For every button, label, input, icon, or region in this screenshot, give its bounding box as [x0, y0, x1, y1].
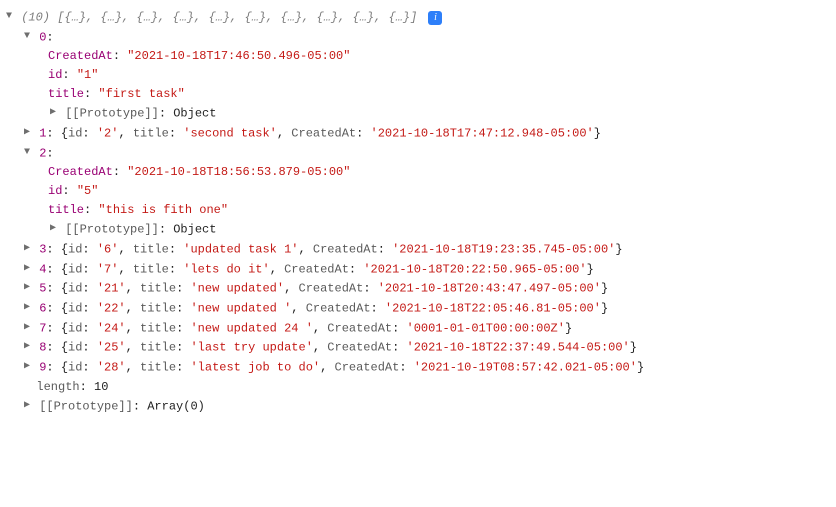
prop-key: title [48, 87, 84, 101]
proto-value: Object [173, 223, 216, 237]
prop-value: "1" [77, 68, 99, 82]
prop-value: "2021-10-18T18:56:53.879-05:00" [127, 165, 350, 179]
array-summary: [{…}, {…}, {…}, {…}, {…}, {…}, {…}, {…},… [57, 11, 417, 25]
arrow-down-icon[interactable]: ▼ [22, 143, 32, 162]
arrow-right-icon[interactable]: ▶ [22, 123, 32, 142]
item-inline: {id: '24', title: 'new updated 24 ', Cre… [61, 321, 572, 335]
array-item-1[interactable]: ▶ 1: {id: '2', title: 'second task', Cre… [4, 124, 828, 144]
prop-value: "5" [77, 184, 99, 198]
prototype-row[interactable]: ▶ [[Prototype]]: Object [4, 220, 828, 240]
proto-label: [[Prototype]] [65, 223, 159, 237]
arrow-right-icon[interactable]: ▶ [22, 239, 32, 258]
prop-value: "this is fith one" [98, 203, 228, 217]
arrow-right-icon[interactable]: ▶ [22, 278, 32, 297]
arrow-down-icon[interactable]: ▼ [22, 27, 32, 46]
prop-key: title [48, 203, 84, 217]
array-item-5[interactable]: ▶ 5: {id: '21', title: 'new updated', Cr… [4, 279, 828, 299]
array-item-9[interactable]: ▶ 9: {id: '28', title: 'latest job to do… [4, 358, 828, 378]
prop-title: title: "this is fith one" [4, 201, 828, 220]
proto-value: Object [173, 107, 216, 121]
item-inline: {id: '28', title: 'latest job to do', Cr… [61, 361, 644, 375]
proto-label: [[Prototype]] [65, 107, 159, 121]
prop-CreatedAt: CreatedAt: "2021-10-18T17:46:50.496-05:0… [4, 47, 828, 66]
item-inline: {id: '6', title: 'updated task 1', Creat… [61, 243, 623, 257]
array-item-7[interactable]: ▶ 7: {id: '24', title: 'new updated 24 '… [4, 319, 828, 339]
prop-title: title: "first task" [4, 85, 828, 104]
item-inline: {id: '7', title: 'lets do it', CreatedAt… [61, 262, 594, 276]
prop-key: CreatedAt [48, 165, 113, 179]
arrow-down-icon[interactable]: ▼ [4, 7, 14, 26]
arrow-right-icon[interactable]: ▶ [22, 396, 32, 415]
arrow-right-icon[interactable]: ▶ [22, 259, 32, 278]
array-item-3[interactable]: ▶ 3: {id: '6', title: 'updated task 1', … [4, 240, 828, 260]
arrow-right-icon[interactable]: ▶ [48, 103, 58, 122]
array-item-4[interactable]: ▶ 4: {id: '7', title: 'lets do it', Crea… [4, 260, 828, 280]
info-icon[interactable]: i [428, 11, 442, 25]
prop-id: id: "1" [4, 66, 828, 85]
arrow-right-icon[interactable]: ▶ [22, 357, 32, 376]
array-header[interactable]: ▼ (10) [{…}, {…}, {…}, {…}, {…}, {…}, {…… [4, 8, 828, 28]
item-inline: {id: '22', title: 'new updated ', Create… [61, 302, 608, 316]
array-item-2[interactable]: ▼ 2: [4, 144, 828, 164]
array-count: (10) [21, 11, 50, 25]
prop-key: CreatedAt [48, 49, 113, 63]
arrow-right-icon[interactable]: ▶ [48, 219, 58, 238]
prop-key: id [48, 68, 62, 82]
arrow-right-icon[interactable]: ▶ [22, 298, 32, 317]
item-inline: {id: '21', title: 'new updated', Created… [61, 282, 608, 296]
array-item-0[interactable]: ▼ 0: [4, 28, 828, 48]
arrow-right-icon[interactable]: ▶ [22, 318, 32, 337]
length-value: 10 [94, 380, 108, 394]
prop-id: id: "5" [4, 182, 828, 201]
item-inline: {id: '2', title: 'second task', CreatedA… [61, 127, 601, 141]
length-label: length [36, 380, 79, 394]
item-inline: {id: '25', title: 'last try update', Cre… [61, 341, 637, 355]
arrow-right-icon[interactable]: ▶ [22, 337, 32, 356]
array-item-6[interactable]: ▶ 6: {id: '22', title: 'new updated ', C… [4, 299, 828, 319]
prop-key: id [48, 184, 62, 198]
length-row: length: 10 [4, 378, 828, 397]
prop-value: "first task" [98, 87, 184, 101]
prop-value: "2021-10-18T17:46:50.496-05:00" [127, 49, 350, 63]
prototype-row[interactable]: ▶ [[Prototype]]: Object [4, 104, 828, 124]
array-item-8[interactable]: ▶ 8: {id: '25', title: 'last try update'… [4, 338, 828, 358]
proto-label: [[Prototype]] [39, 399, 133, 413]
prop-CreatedAt: CreatedAt: "2021-10-18T18:56:53.879-05:0… [4, 163, 828, 182]
console-output: ▼ (10) [{…}, {…}, {…}, {…}, {…}, {…}, {…… [4, 8, 828, 416]
array-prototype-row[interactable]: ▶ [[Prototype]]: Array(0) [4, 397, 828, 417]
proto-value: Array(0) [147, 399, 205, 413]
